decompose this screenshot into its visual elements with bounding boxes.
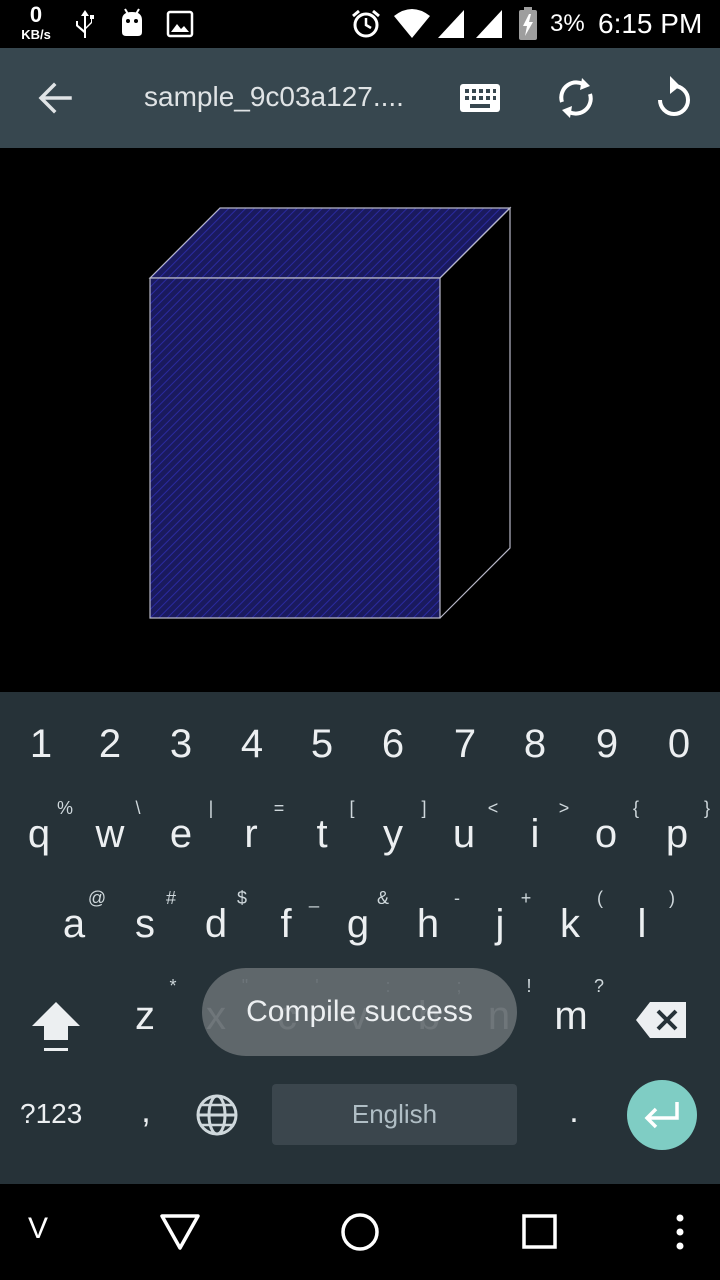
render-viewport[interactable] [0, 148, 720, 692]
key-q[interactable]: q [4, 812, 74, 857]
battery-charging-icon [519, 7, 537, 40]
symbols-key[interactable]: ?123 [20, 1098, 96, 1130]
key-z[interactable]: z [110, 994, 180, 1039]
backspace-icon[interactable] [634, 998, 690, 1042]
key-6[interactable]: 6 [358, 722, 428, 767]
cube-model [148, 206, 512, 619]
keyboard-icon[interactable] [456, 78, 504, 118]
back-arrow-icon[interactable] [30, 74, 82, 122]
status-bar: 0 KB/s 3% 6:15 PM [0, 0, 720, 48]
key-s[interactable]: s [110, 902, 180, 947]
key-2[interactable]: 2 [75, 722, 145, 767]
key-h[interactable]: h [393, 902, 463, 947]
system-nav-bar: V [0, 1184, 720, 1280]
key-l[interactable]: l [607, 902, 677, 947]
key-3[interactable]: 3 [146, 722, 216, 767]
key-e[interactable]: e [146, 812, 216, 857]
cube-side-edges [439, 206, 511, 619]
more-vert-icon[interactable] [670, 1212, 690, 1252]
key-g[interactable]: g [323, 902, 393, 947]
key-5[interactable]: 5 [287, 722, 357, 767]
android-icon [122, 8, 142, 36]
comma-key[interactable]: , [128, 1092, 164, 1131]
battery-percent: 3% [550, 10, 585, 37]
app-bar: sample_9c03a127.... [0, 48, 720, 148]
net-speed-unit: KB/s [21, 27, 51, 42]
shift-icon[interactable] [28, 998, 84, 1054]
key-i[interactable]: i [500, 812, 570, 857]
key-r[interactable]: r [216, 812, 286, 857]
key-u[interactable]: u [429, 812, 499, 857]
space-key[interactable]: English [272, 1084, 517, 1145]
key-o[interactable]: o [571, 812, 641, 857]
key-f[interactable]: f [251, 902, 321, 947]
key-7[interactable]: 7 [430, 722, 500, 767]
key-m[interactable]: m [536, 994, 606, 1039]
sync-icon[interactable] [552, 72, 600, 124]
image-icon [166, 10, 194, 38]
key-4[interactable]: 4 [217, 722, 287, 767]
network-speed: 0 KB/s [14, 2, 58, 42]
file-title: sample_9c03a127.... [144, 81, 404, 112]
key-j[interactable]: j [465, 902, 535, 947]
key-w[interactable]: w [75, 812, 145, 857]
key-p[interactable]: p [642, 812, 712, 857]
enter-key[interactable] [627, 1080, 697, 1150]
nav-v-button[interactable]: V [28, 1212, 48, 1246]
alarm-icon [352, 9, 380, 38]
toast-message: Compile success [202, 968, 517, 1056]
usb-icon [76, 10, 94, 38]
key-a[interactable]: a [39, 902, 109, 947]
enter-arrow-icon [644, 1102, 679, 1129]
home-circle-icon[interactable] [338, 1210, 382, 1254]
back-triangle-icon[interactable] [158, 1212, 202, 1252]
key-y[interactable]: y [358, 812, 428, 857]
key-d[interactable]: d [181, 902, 251, 947]
cube-front-face [149, 277, 441, 619]
soft-keyboard: 1 2 3 4 5 6 7 8 9 0 % \ | = [ ] < > { } … [0, 692, 720, 1184]
key-8[interactable]: 8 [500, 722, 570, 767]
clock: 6:15 PM [598, 8, 703, 39]
net-speed-value: 0 [29, 2, 43, 27]
signal-icon [476, 10, 502, 38]
period-key[interactable]: . [556, 1092, 592, 1131]
key-1[interactable]: 1 [6, 722, 76, 767]
signal-icon [438, 10, 464, 38]
globe-icon[interactable] [194, 1092, 240, 1138]
key-t[interactable]: t [287, 812, 357, 857]
key-0[interactable]: 0 [644, 722, 714, 767]
key-9[interactable]: 9 [572, 722, 642, 767]
reset-icon[interactable] [648, 72, 696, 124]
wifi-icon [394, 9, 430, 38]
key-k[interactable]: k [535, 902, 605, 947]
cube-top-face [148, 207, 512, 279]
recents-square-icon[interactable] [520, 1212, 560, 1252]
